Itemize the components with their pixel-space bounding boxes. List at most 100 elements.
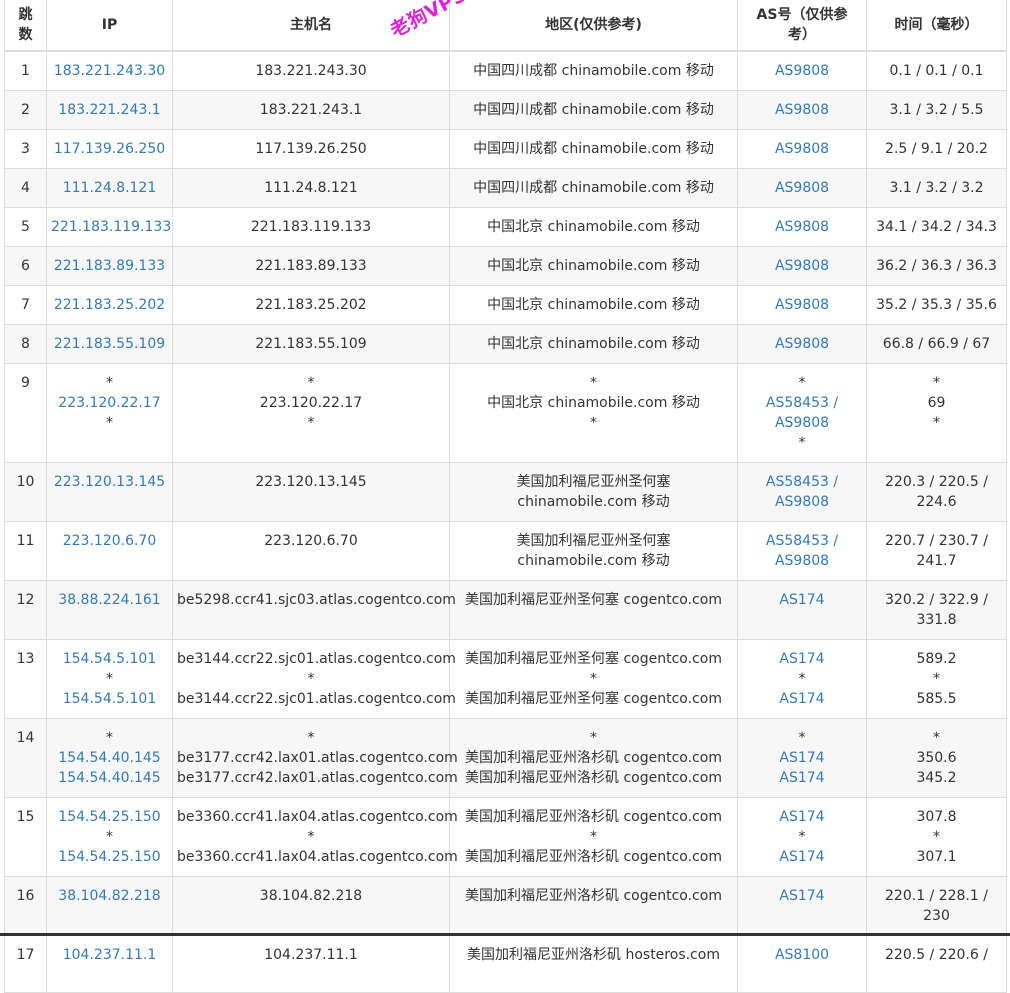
time-cell-line: 36.2 / 36.3 / 36.3 — [876, 258, 997, 274]
as-cell-line[interactable]: AS174 — [742, 768, 862, 788]
time-cell-line: 220.7 / 230.7 / — [885, 533, 988, 549]
host-cell-line: 117.139.26.250 — [255, 141, 367, 157]
location-cell: 中国四川成都 chinamobile.com 移动 — [449, 90, 738, 130]
ip-cell-line[interactable]: 221.183.25.202 — [51, 295, 168, 315]
hop-cell: 13 — [4, 639, 47, 719]
location-cell: * 中国北京 chinamobile.com 移动 * — [449, 363, 738, 463]
as-cell-line[interactable]: AS9808 — [742, 492, 862, 512]
host-cell-line: be3144.ccr22.sjc01.atlas.cogentco.com — [177, 651, 456, 667]
hop-cell: 4 — [4, 168, 47, 208]
host-cell-line: be3144.ccr22.sjc01.atlas.cogentco.com — [177, 691, 456, 707]
traceroute-table: 跳数 IP 主机名 地区(仅供参考) AS号（仅供参考） 时间（毫秒） 1 183… — [4, 0, 1007, 993]
ip-cell-line[interactable]: 38.104.82.218 — [51, 886, 168, 906]
as-cell-line[interactable]: AS58453 / — [742, 472, 862, 492]
table-row: 5 221.183.119.133 221.183.119.133 中国北京 chin… — [4, 207, 1007, 247]
as-cell-line[interactable]: AS9808 — [742, 178, 862, 198]
as-cell: * AS174 AS174 — [737, 718, 867, 798]
ip-cell-line[interactable]: 183.221.243.30 — [51, 61, 168, 81]
ip-cell: 183.221.243.30 — [46, 50, 173, 91]
ip-cell-line[interactable]: 117.139.26.250 — [51, 139, 168, 159]
location-cell-line: 中国四川成都 chinamobile.com 移动 — [473, 180, 714, 196]
ip-cell-line[interactable]: 111.24.8.121 — [51, 178, 168, 198]
as-cell-line[interactable]: AS9808 — [742, 100, 862, 120]
as-cell-line[interactable]: AS58453 / — [742, 531, 862, 551]
as-cell-line[interactable]: AS174 — [742, 847, 862, 867]
as-cell-line[interactable]: AS174 — [742, 649, 862, 669]
as-cell: AS9808 — [737, 129, 867, 169]
as-cell-line[interactable]: AS174 — [742, 689, 862, 709]
ip-cell-line[interactable]: 154.54.5.101 — [51, 649, 168, 669]
as-cell-line[interactable]: AS9808 — [742, 61, 862, 81]
time-cell-line: 66.8 / 66.9 / 67 — [882, 336, 991, 352]
table-row: 8 221.183.55.109 221.183.55.109 中国北京 chinam… — [4, 324, 1007, 364]
as-cell-line[interactable]: AS9808 — [742, 139, 862, 159]
ip-cell-line[interactable]: 221.183.119.133 — [51, 217, 171, 237]
hop-number: 5 — [21, 219, 30, 235]
ip-cell-line[interactable]: 154.54.40.145 — [51, 748, 168, 768]
as-cell-line[interactable]: AS9808 — [742, 551, 862, 571]
as-cell-line[interactable]: AS174 — [742, 807, 862, 827]
as-cell-line[interactable]: AS9808 — [742, 217, 862, 237]
ip-cell-line[interactable]: 154.54.25.150 — [51, 807, 168, 827]
location-cell-line: 美国加利福尼亚州圣何塞 cogentco.com — [465, 691, 722, 707]
time-cell-line: 35.2 / 35.3 / 35.6 — [876, 297, 997, 313]
host-cell: * be3177.ccr42.lax01.atlas.cogentco.com be… — [172, 718, 458, 798]
table-row: 6 221.183.89.133 221.183.89.133 中国北京 chinam… — [4, 246, 1007, 286]
host-cell: 183.221.243.30 — [172, 50, 450, 91]
ip-cell-line[interactable]: 223.120.13.145 — [51, 472, 168, 492]
as-cell-line[interactable]: AS174 — [742, 748, 862, 768]
table-row: 3 117.139.26.250 117.139.26.250 中国四川成都 chin… — [4, 129, 1007, 169]
host-cell: 223.120.6.70 — [172, 521, 450, 581]
location-cell: 美国加利福尼亚州圣何塞 chinamobile.com 移动 — [449, 521, 738, 581]
ip-cell-line[interactable]: 183.221.243.1 — [51, 100, 168, 120]
time-cell-line: 307.1 — [916, 849, 957, 865]
ip-cell-line[interactable]: 223.120.22.17 — [51, 393, 168, 413]
ip-cell-line[interactable]: 221.183.55.109 — [51, 334, 168, 354]
ip-cell: 221.183.55.109 — [46, 324, 173, 364]
hop-cell: 10 — [4, 462, 47, 522]
time-cell: 36.2 / 36.3 / 36.3 — [866, 246, 1007, 286]
table-row: 2 183.221.243.1 183.221.243.1 中国四川成都 chinam… — [4, 90, 1007, 130]
as-cell-line[interactable]: AS8100 — [742, 945, 862, 965]
ip-cell-line[interactable]: 104.237.11.1 — [51, 945, 168, 965]
ip-cell: 221.183.89.133 — [46, 246, 173, 286]
time-cell-line: 585.5 — [916, 691, 957, 707]
location-cell: 中国北京 chinamobile.com 移动 — [449, 246, 738, 286]
location-cell-line: 美国加利福尼亚州圣何塞 cogentco.com — [465, 592, 722, 608]
host-cell-line: 104.237.11.1 — [264, 947, 358, 963]
host-cell-line: 223.120.6.70 — [264, 533, 358, 549]
as-cell-line[interactable]: AS9808 — [742, 413, 862, 433]
as-cell-line[interactable]: AS9808 — [742, 295, 862, 315]
location-cell-line: chinamobile.com 移动 — [517, 494, 670, 510]
as-cell: AS9808 — [737, 50, 867, 91]
hop-number: 6 — [21, 258, 30, 274]
location-cell-line: 中国北京 chinamobile.com 移动 — [487, 395, 700, 411]
host-cell-line: * — [307, 375, 315, 391]
hop-number: 15 — [16, 809, 35, 825]
ip-cell-line[interactable]: 154.54.40.145 — [51, 768, 168, 788]
as-cell-line[interactable]: AS174 — [742, 590, 862, 610]
host-cell-line: be3177.ccr42.lax01.atlas.cogentco.com — [177, 770, 458, 786]
hop-number: 4 — [21, 180, 30, 196]
table-header-row: 跳数 IP 主机名 地区(仅供参考) AS号（仅供参考） 时间（毫秒） — [4, 0, 1007, 52]
host-cell-line: be3360.ccr41.lax04.atlas.cogentco.com — [177, 809, 458, 825]
ip-cell-line[interactable]: 38.88.224.161 — [51, 590, 168, 610]
ip-cell: 104.237.11.1 — [46, 935, 173, 993]
location-cell: 美国加利福尼亚州圣何塞 cogentco.com * 美国加利福尼亚州圣何塞 cog… — [449, 639, 738, 719]
table-row: 16 38.104.82.218 38.104.82.218 美国加利福尼亚州洛杉矶 … — [4, 876, 1007, 936]
time-cell-line: 230 — [923, 908, 950, 924]
as-cell-line: * — [798, 435, 806, 451]
as-cell-line[interactable]: AS58453 / — [742, 393, 862, 413]
as-cell-line[interactable]: AS174 — [742, 886, 862, 906]
ip-cell-line[interactable]: 154.54.25.150 — [51, 847, 168, 867]
host-cell-line: be3360.ccr41.lax04.atlas.cogentco.com — [177, 849, 458, 865]
ip-cell-line[interactable]: 154.54.5.101 — [51, 689, 168, 709]
time-cell: 3.1 / 3.2 / 5.5 — [866, 90, 1007, 130]
ip-cell-line[interactable]: 223.120.6.70 — [51, 531, 168, 551]
as-cell: AS174 * AS174 — [737, 797, 867, 877]
as-cell-line[interactable]: AS9808 — [742, 256, 862, 276]
as-cell-line[interactable]: AS9808 — [742, 334, 862, 354]
time-cell-line: 2.5 / 9.1 / 20.2 — [885, 141, 988, 157]
ip-cell-line[interactable]: 221.183.89.133 — [51, 256, 168, 276]
as-cell: AS9808 — [737, 168, 867, 208]
